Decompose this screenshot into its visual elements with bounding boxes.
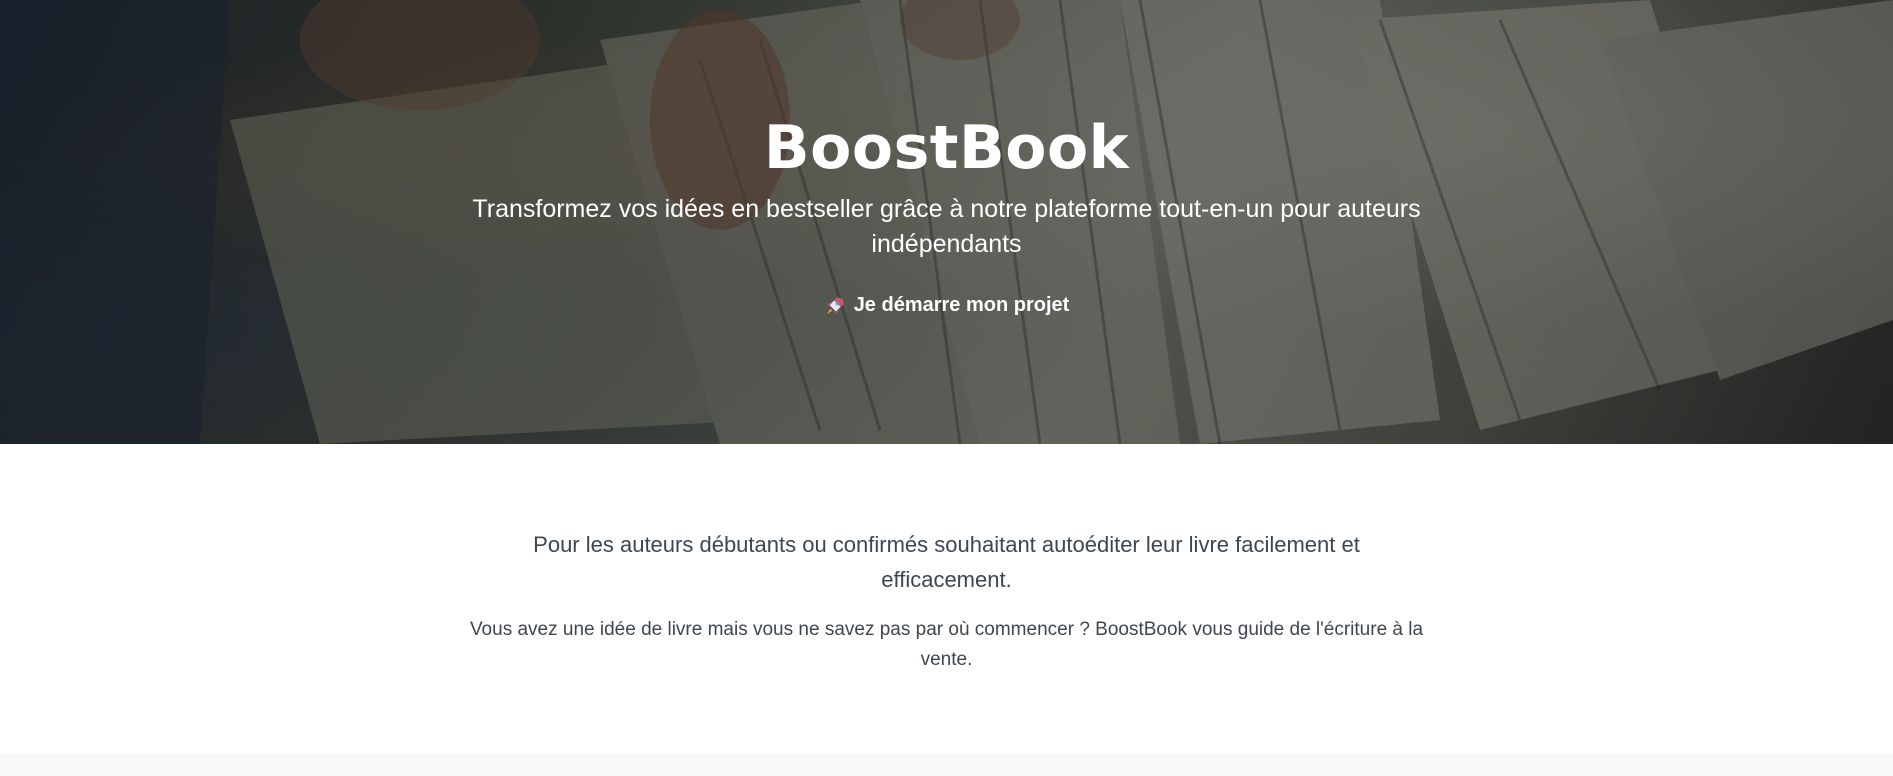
intro-text: Vous avez une idée de livre mais vous ne… <box>469 619 1424 670</box>
intro-section: Pour les auteurs débutants ou confirmés … <box>0 444 1893 754</box>
hero-subtitle: Transformez vos idées en bestseller grâc… <box>472 195 1421 258</box>
intro-lead: Pour les auteurs débutants ou confirmés … <box>533 532 1360 592</box>
next-section-band <box>0 754 1893 776</box>
hero-title: BoostBook <box>763 113 1130 183</box>
hero-content: BoostBook Transformez vos idées en bests… <box>0 0 1893 323</box>
rocket-icon <box>826 297 843 314</box>
start-project-button[interactable]: Je démarre mon projet <box>814 288 1080 323</box>
start-project-label: Je démarre mon projet <box>853 294 1070 316</box>
hero-section: BoostBook Transformez vos idées en bests… <box>0 0 1893 444</box>
